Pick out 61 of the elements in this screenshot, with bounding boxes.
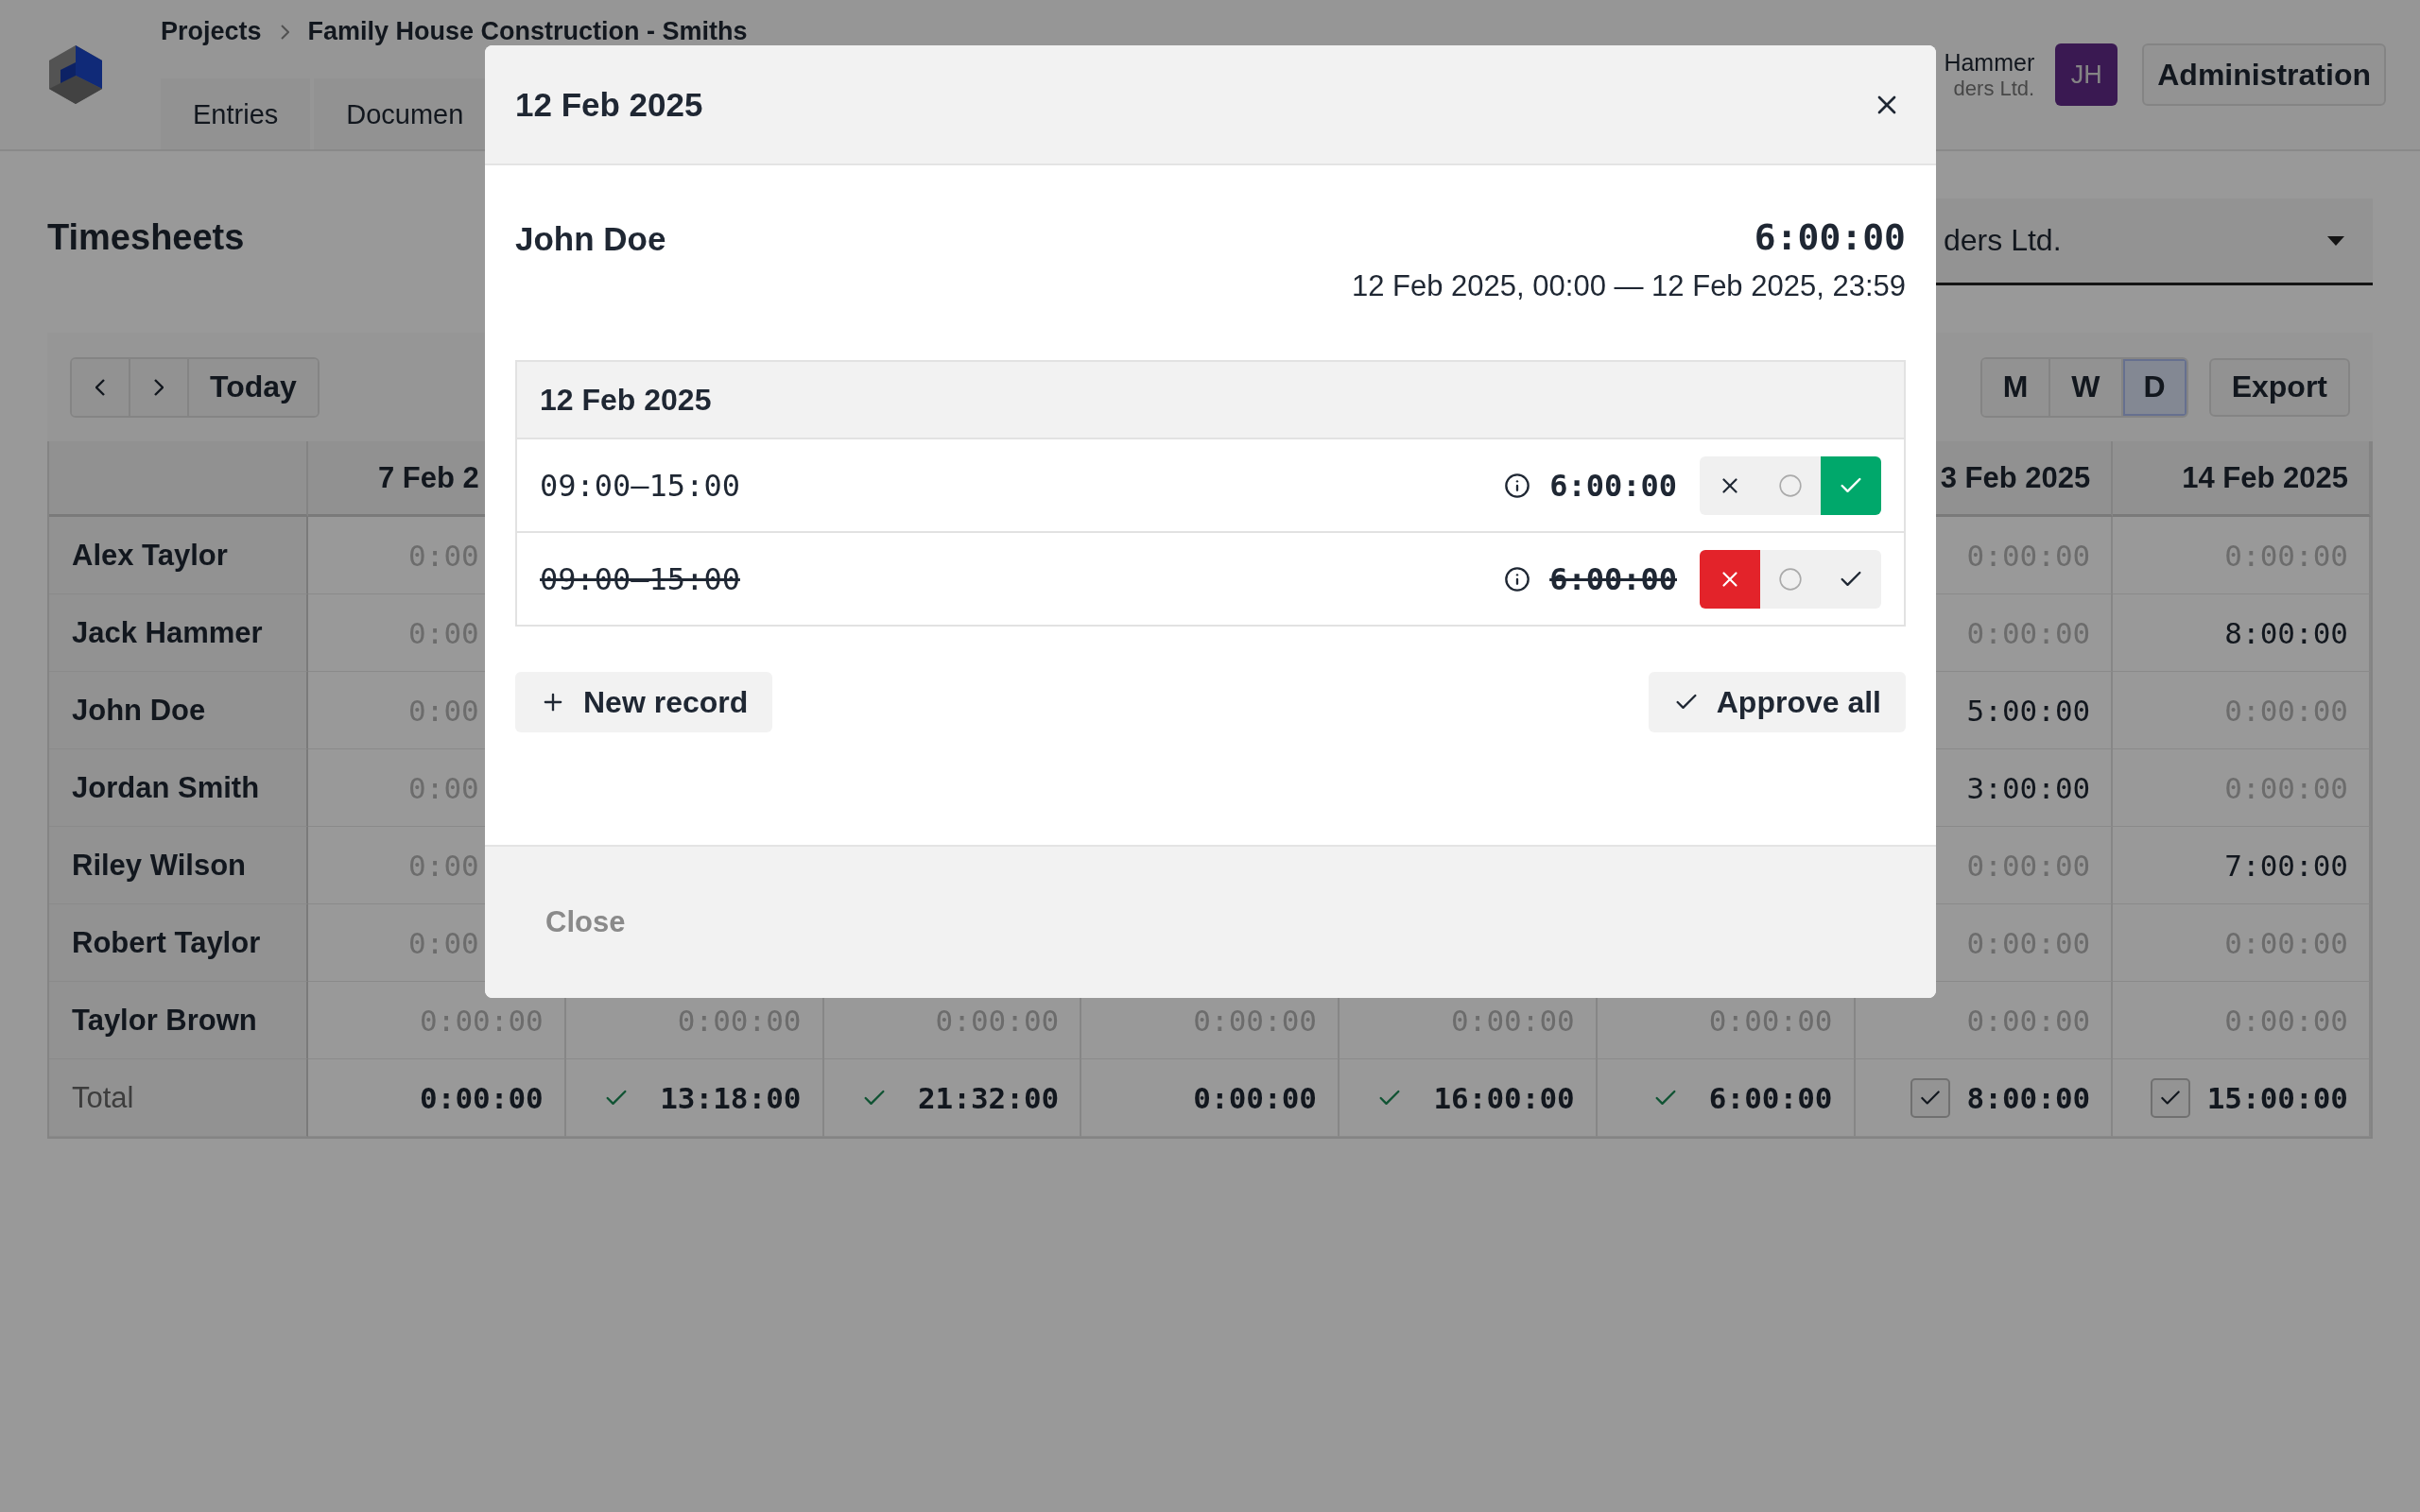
approve-button[interactable] [1821,455,1881,515]
approve-all-button[interactable]: Approve all [1648,672,1906,732]
person-name: John Doe [515,220,666,258]
chevron-right-icon [154,378,164,396]
close-button[interactable]: Close [542,896,630,949]
employee-name: John Doe [49,672,308,749]
total-label: Total [49,1059,308,1137]
record-duration: 6:00:00 [1549,560,1677,597]
employee-name: Taylor Brown [49,982,308,1059]
breadcrumb-current: Family House Construction - Smiths [307,17,748,46]
approve-checkbox[interactable] [1910,1077,1950,1118]
total-time: 15:00:00 [2206,1080,2348,1115]
record-time: 09:00–15:00 [540,560,741,597]
employee-name: Alex Taylor [49,517,308,594]
employee-name: Robert Taylor [49,904,308,982]
total-time: 21:32:00 [917,1080,1060,1115]
user-company: ders Ltd. [1953,76,2035,101]
total-time: 13:18:00 [660,1080,802,1115]
column-header: 7 Feb 2 [377,460,479,495]
total-time: 6:00:00 [1708,1080,1833,1115]
page-title: Timesheets [47,217,245,258]
total-duration: 6:00:00 [1754,216,1906,258]
total-time: 8:00:00 [1966,1080,2091,1115]
today-button[interactable]: Today [189,358,318,416]
caret-down-icon [2327,235,2344,246]
breadcrumb-link[interactable]: Projects [161,17,262,46]
view-toggle[interactable]: W [2050,358,2123,416]
view-toggle[interactable]: M [1981,358,2051,416]
time-cell[interactable]: 3:00:00 [1966,770,2091,805]
chevron-left-icon [95,378,105,396]
date-range: 12 Feb 2025, 00:00 — 12 Feb 2025, 23:59 [1352,269,1906,303]
administration-button[interactable]: Administration [2142,43,2386,106]
column-header: 14 Feb 2025 [2182,460,2348,495]
record-duration: 6:00:00 [1549,467,1677,504]
total-time: 0:00:00 [1193,1080,1317,1115]
reject-button[interactable] [1700,549,1760,609]
cube-logo-icon [47,43,104,106]
time-cell[interactable]: 8:00:00 [2224,615,2348,650]
record-time: 09:00–15:00 [540,467,741,504]
day-header: 12 Feb 2025 [517,362,1904,439]
circle-icon [1778,566,1803,592]
employee-name: Jack Hammer [49,594,308,672]
time-cell[interactable]: 7:00:00 [2224,848,2348,883]
total-time: 16:00:00 [1433,1080,1575,1115]
info-icon[interactable] [1504,472,1531,499]
user-avatar[interactable]: JH [2055,43,2118,106]
total-time: 0:00:00 [420,1080,544,1115]
nav-tab[interactable]: Entries [161,78,311,149]
info-icon[interactable] [1504,565,1531,593]
chevron-right-icon [280,24,289,40]
new-record-button[interactable]: New record [515,672,773,732]
employee-name: Riley Wilson [49,827,308,904]
dialog-title: 12 Feb 2025 [515,85,704,124]
employee-name: Jordan Smith [49,749,308,827]
export-button[interactable]: Export [2208,357,2350,417]
circle-icon [1778,472,1803,498]
user-name: Hammer [1944,48,2035,77]
time-cell[interactable]: 5:00:00 [1966,693,2091,728]
approve-checkbox[interactable] [2150,1077,2190,1118]
column-header: 3 Feb 2025 [1940,460,2091,495]
view-toggle[interactable]: D [2122,358,2187,416]
